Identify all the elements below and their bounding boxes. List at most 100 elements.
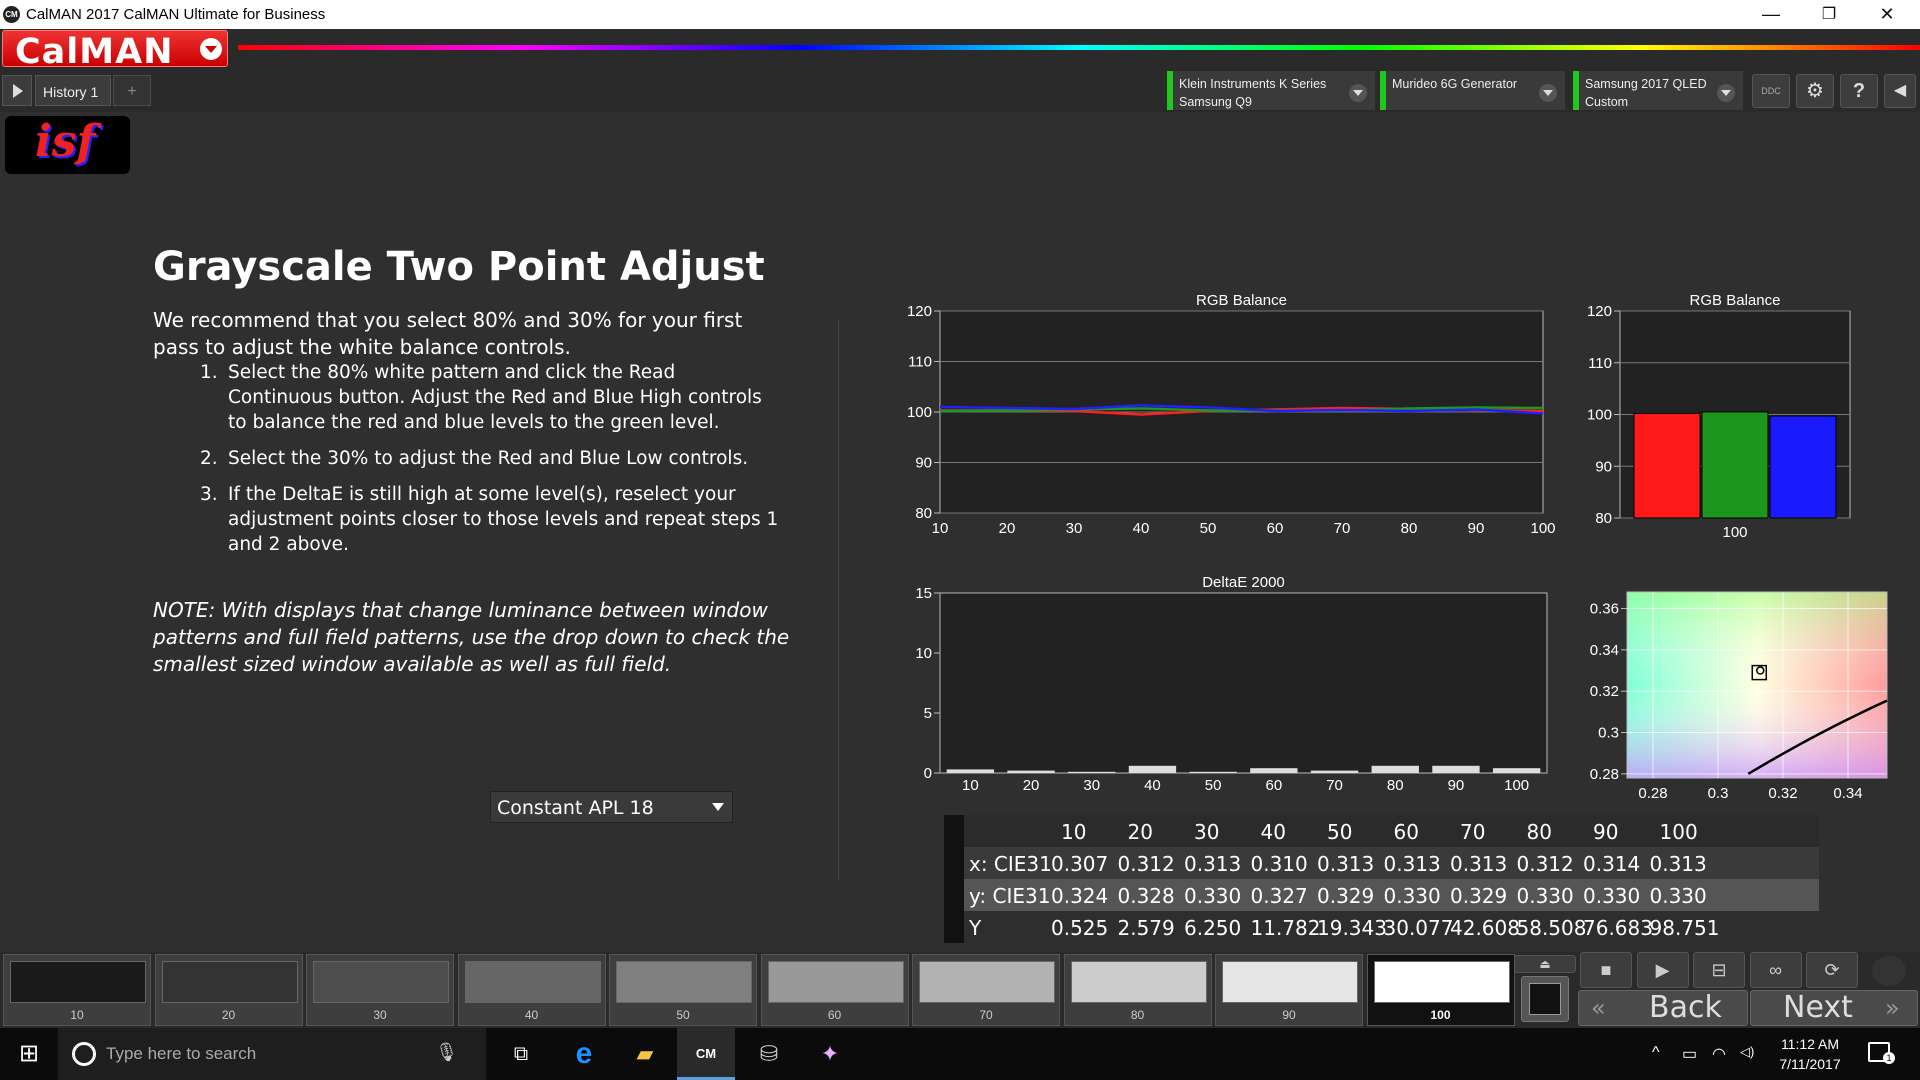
meter-device-selector[interactable]: Klein Instruments K Series Samsung Q9 — [1167, 71, 1375, 110]
y-tick-label: 80 — [915, 505, 932, 522]
x-tick-label: 50 — [1200, 520, 1217, 537]
deltae-bar — [1492, 768, 1541, 773]
swatch-color — [1070, 961, 1207, 1003]
paint-icon[interactable]: ✦ — [801, 1028, 859, 1080]
calman-taskbar-icon[interactable]: CM — [677, 1028, 735, 1080]
pattern-swatch[interactable]: 20 — [154, 954, 303, 1026]
pattern-swatch[interactable]: 40 — [457, 954, 606, 1026]
row-marker — [944, 879, 964, 911]
wifi-icon[interactable]: ◠ — [1712, 1044, 1726, 1064]
pattern-swatch[interactable]: 10 — [3, 954, 151, 1026]
column-header: 40 — [1260, 820, 1286, 844]
ddc-button[interactable]: DDC — [1752, 74, 1790, 108]
windows-taskbar: ⊞ Type here to search 🎙 ⧉ e ▰ CM ⛁ ✦ ^ ▭… — [0, 1028, 1920, 1080]
x-tick-label: 90 — [1448, 777, 1465, 794]
action-center-icon[interactable]: 1 — [1868, 1042, 1895, 1064]
minimize-button[interactable]: — — [1742, 0, 1800, 29]
deltae-bar — [1189, 771, 1237, 773]
edge-browser-icon[interactable]: e — [555, 1028, 613, 1080]
pattern-swatch[interactable]: 60 — [760, 954, 909, 1026]
chart-title: RGB Balance — [1690, 292, 1781, 309]
read-continuous-icon[interactable]: ⊟ — [1693, 952, 1745, 988]
next-button[interactable]: Next » — [1750, 990, 1918, 1026]
table-cell: 0.329 — [1317, 884, 1375, 908]
y-tick-label: 0.32 — [1590, 683, 1619, 700]
logo-bar: CalMAN — [0, 29, 1920, 72]
generator-device-selector[interactable]: Murideo 6G Generator — [1380, 71, 1565, 110]
windows-start-icon[interactable]: ⊞ — [0, 1028, 58, 1080]
loop-icon[interactable]: ∞ — [1749, 952, 1802, 988]
row-marker — [944, 847, 964, 879]
row-marker — [944, 911, 964, 943]
refresh-icon[interactable]: ⟳ — [1806, 952, 1858, 988]
app-icon[interactable]: ⛁ — [740, 1028, 798, 1080]
row-label: y: CIE31 — [969, 884, 1051, 908]
x-tick-label: 80 — [1387, 777, 1404, 794]
swatch-label: 10 — [70, 1008, 84, 1022]
back-button[interactable]: « Back — [1578, 990, 1748, 1026]
stop-icon[interactable]: ■ — [1580, 952, 1632, 988]
pattern-swatch[interactable]: 50 — [609, 954, 757, 1026]
column-header: 90 — [1593, 820, 1619, 844]
apl-pattern-select[interactable]: Constant APL 18 — [490, 791, 733, 823]
rgb-bar — [1633, 412, 1701, 519]
swatch-color — [767, 961, 904, 1003]
taskbar-search-box[interactable]: Type here to search 🎙 — [58, 1028, 486, 1080]
table-cell: 0.330 — [1516, 884, 1574, 908]
pattern-swatch[interactable]: 70 — [912, 954, 1060, 1026]
play-icon[interactable] — [2, 75, 32, 106]
calman-menu-button[interactable]: CalMAN — [2, 30, 228, 72]
settings-gear-icon[interactable]: ⚙ — [1796, 74, 1834, 108]
pattern-swatch[interactable]: 30 — [306, 954, 454, 1026]
file-explorer-icon[interactable]: ▰ — [616, 1028, 674, 1080]
add-tab-button[interactable]: + — [113, 75, 151, 106]
swatch-label: 40 — [524, 1008, 539, 1022]
microphone-icon[interactable]: 🎙 — [435, 1042, 458, 1063]
swatch-color — [919, 961, 1055, 1003]
pattern-swatch[interactable]: 100 — [1366, 954, 1515, 1026]
instruction-steps: 1. Select the 80% white pattern and clic… — [200, 360, 780, 568]
chevron-right-icon: » — [1885, 994, 1900, 1022]
close-button[interactable]: ✕ — [1858, 0, 1916, 29]
instruction-note: NOTE: With displays that change luminanc… — [153, 598, 790, 676]
swatch-color — [1222, 961, 1358, 1003]
column-header: 10 — [1061, 820, 1087, 844]
instruction-step: 3. If the DeltaE is still high at some l… — [200, 482, 780, 557]
column-header: 80 — [1526, 820, 1552, 844]
pattern-swatch[interactable]: 90 — [1215, 954, 1363, 1026]
swatch-label: 20 — [221, 1008, 236, 1022]
volume-icon[interactable]: ◁) — [1740, 1044, 1754, 1060]
chevron-down-icon — [1539, 84, 1557, 102]
rgb-bar — [1701, 411, 1769, 519]
tray-overflow-icon[interactable]: ^ — [1652, 1044, 1660, 1062]
restore-button[interactable]: ❐ — [1800, 0, 1858, 29]
y-tick-label: 10 — [915, 645, 932, 662]
y-tick-label: 120 — [1587, 303, 1612, 320]
deltae-bar-chart: DeltaE 2000 0 5 10 15 10 20 30 40 50 60 70 80 90 100 — [915, 574, 1548, 794]
chevron-down-icon — [200, 38, 222, 60]
table-cell: 76.683 — [1583, 916, 1653, 940]
calman-app-icon: CM — [3, 6, 20, 23]
record-indicator-icon[interactable] — [1872, 956, 1906, 986]
x-tick-label: 90 — [1468, 520, 1485, 537]
swatch-color — [1373, 961, 1510, 1003]
collapse-panel-icon[interactable]: ◀ — [1884, 74, 1916, 108]
measurement-table: 10 20 30 40 50 60 70 80 90 100 x: CIE31 0.307 0.31… — [944, 815, 1819, 945]
page-title: Grayscale Two Point Adjust — [153, 244, 765, 290]
help-icon[interactable]: ? — [1840, 74, 1878, 108]
taskbar-clock[interactable]: 11:12 AM 7/11/2017 — [1760, 1034, 1860, 1074]
table-corner — [944, 815, 964, 847]
battery-icon[interactable]: ▭ — [1682, 1044, 1697, 1064]
taskbar-search-placeholder: Type here to search — [106, 1044, 257, 1063]
play-icon[interactable]: ▶ — [1636, 952, 1689, 988]
eject-icon[interactable]: ⏏ — [1514, 955, 1576, 973]
tab-history-1[interactable]: History 1 — [35, 75, 111, 106]
table-cell: 0.307 — [1051, 852, 1109, 876]
task-view-icon[interactable]: ⧉ — [492, 1028, 550, 1080]
table-cell: 0.330 — [1649, 884, 1707, 908]
display-device-selector[interactable]: Samsung 2017 QLED Custom — [1573, 71, 1743, 110]
pattern-swatch[interactable]: 80 — [1063, 954, 1212, 1026]
deltae-bar — [1371, 765, 1419, 773]
deltae-bar — [946, 769, 995, 773]
y-tick-label: 110 — [1588, 355, 1612, 372]
